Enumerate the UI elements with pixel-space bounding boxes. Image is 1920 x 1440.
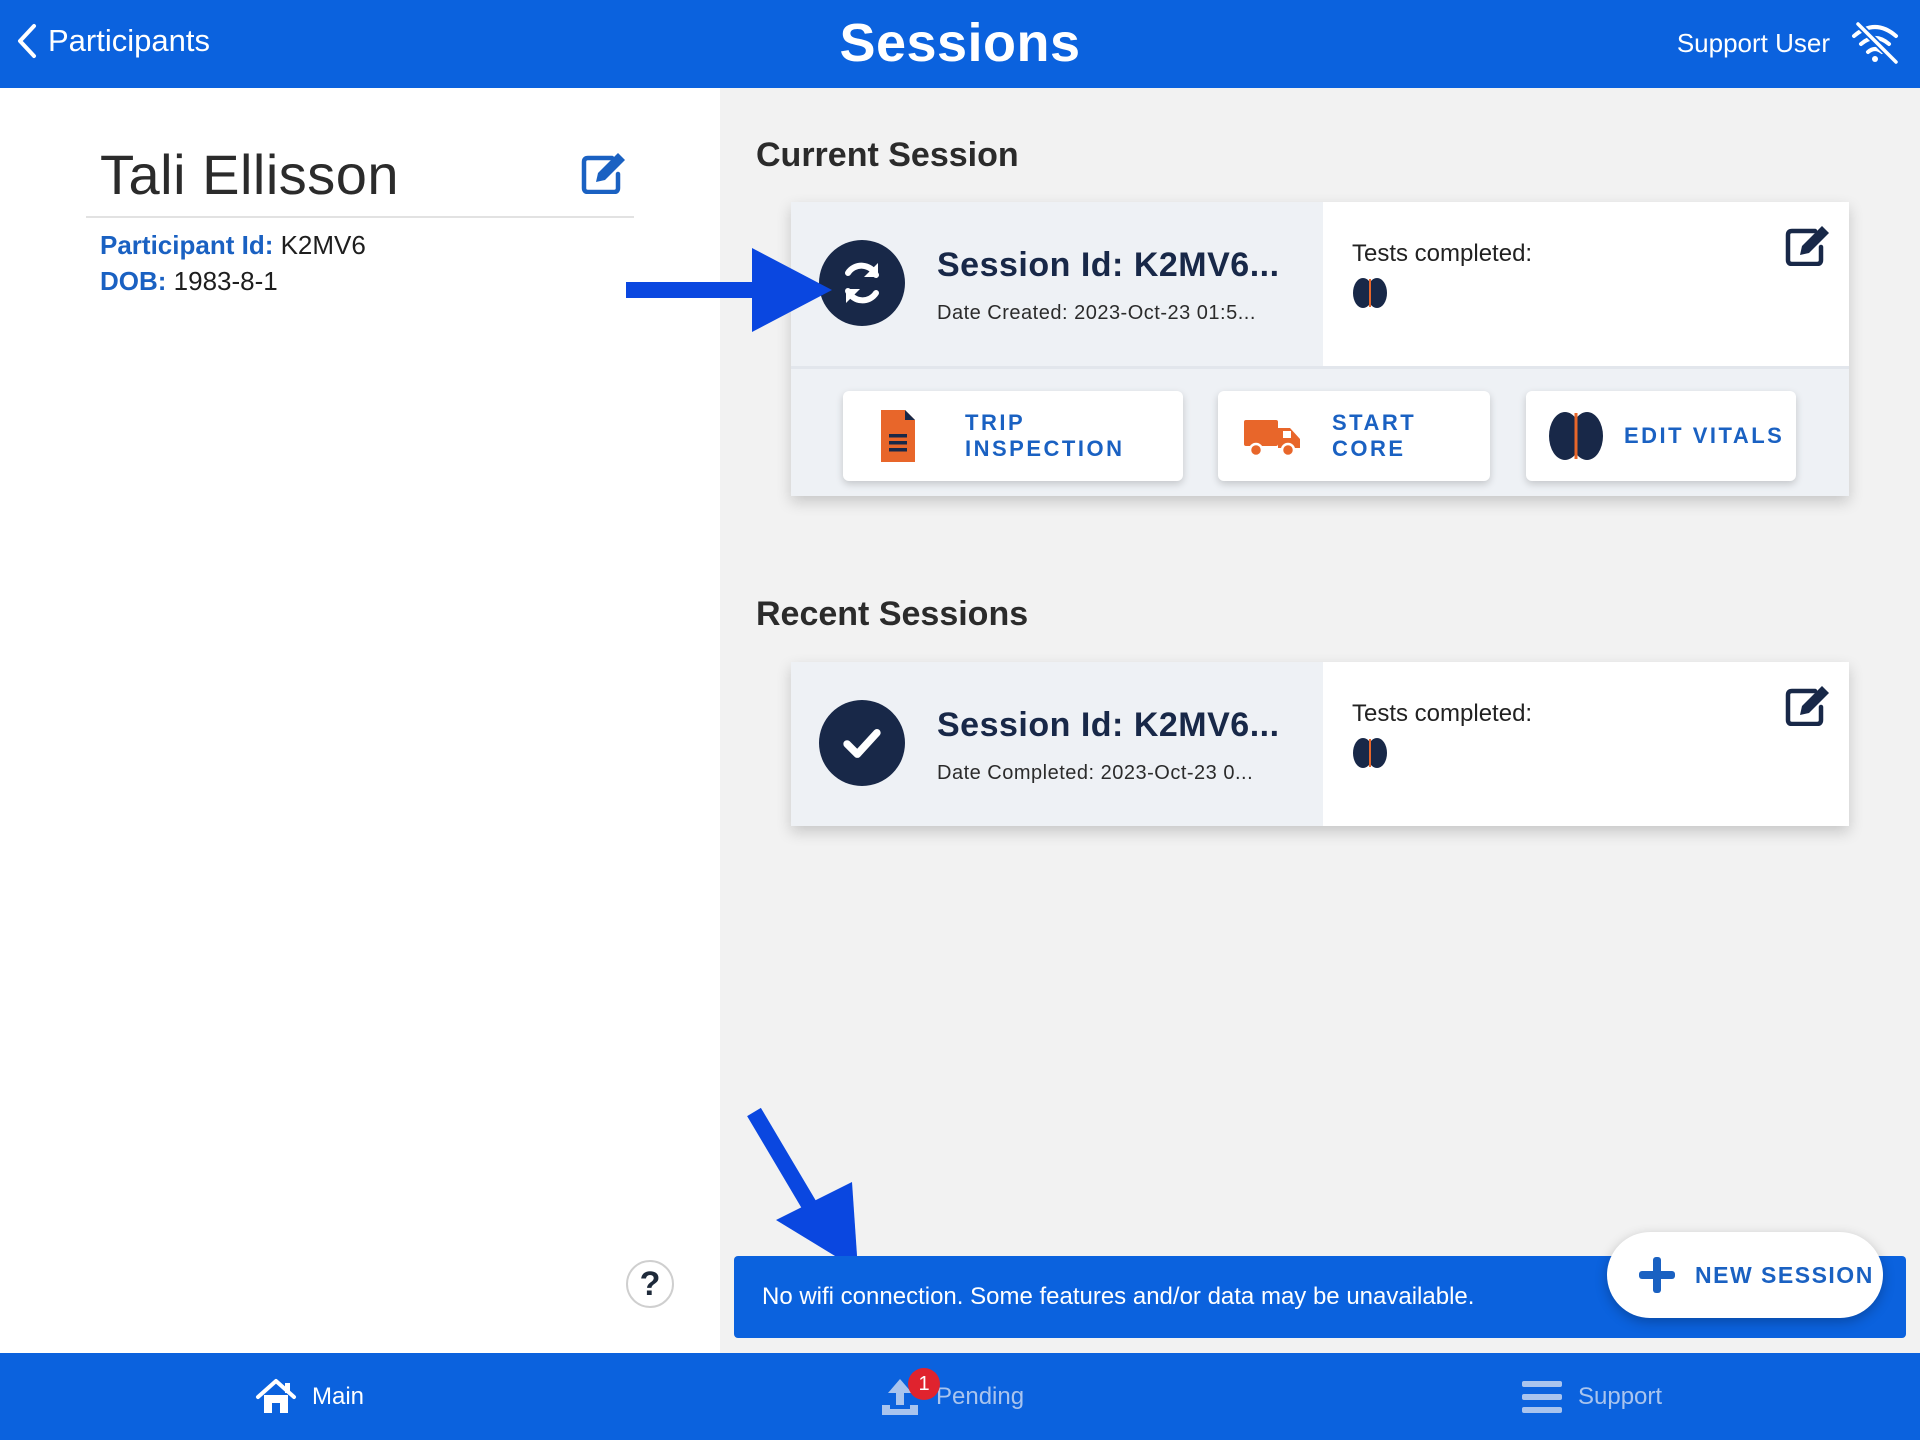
tab-main[interactable]: Main (254, 1353, 364, 1440)
edit-vitals-button[interactable]: EDIT VITALS (1526, 391, 1796, 481)
recent-sessions-title: Recent Sessions (756, 595, 1029, 633)
start-core-button[interactable]: START CORE (1218, 391, 1490, 481)
tab-support-label: Support (1578, 1382, 1663, 1410)
tab-pending[interactable]: Pending (878, 1353, 1024, 1440)
divider (86, 216, 634, 218)
tab-main-label: Main (312, 1382, 365, 1410)
new-session-button[interactable]: NEW SESSION (1607, 1232, 1883, 1318)
session-info: Session Id: K2MV6... Date Created: 2023-… (791, 202, 1323, 366)
tests-completed-label: Tests completed: (1352, 700, 1533, 727)
page-title: Sessions (839, 13, 1081, 73)
participant-panel: Tali Ellisson Participant Id: K2MV6 DOB:… (0, 88, 720, 1353)
tab-support[interactable]: Support (1520, 1353, 1662, 1440)
menu-icon (1522, 1380, 1562, 1413)
top-bar: Participants Sessions Support User (0, 0, 1920, 88)
dob-row: DOB: 1983-8-1 (100, 266, 278, 297)
dob-value: 1983-8-1 (173, 266, 278, 296)
participant-id-value: K2MV6 (280, 230, 366, 260)
plus-icon (1639, 1257, 1675, 1293)
tab-pending-label: Pending (936, 1382, 1025, 1410)
truck-icon (1244, 420, 1300, 458)
document-icon (881, 410, 915, 462)
recent-session-card[interactable]: Session Id: K2MV6... Date Completed: 202… (791, 662, 1849, 826)
participant-name: Tali Ellisson (100, 143, 400, 206)
participant-id-row: Participant Id: K2MV6 (100, 230, 366, 261)
dob-label: DOB: (100, 266, 167, 296)
help-icon: ? (639, 1264, 661, 1303)
annotation-arrow-right (626, 248, 832, 332)
participant-id-label: Participant Id: (100, 230, 274, 260)
pending-badge: 1 (908, 1368, 940, 1400)
brain-icon (1353, 738, 1387, 768)
session-date: Date Created: 2023-Oct-23 01:5... (937, 302, 1256, 324)
banner-message: No wifi connection. Some features and/or… (762, 1283, 1475, 1310)
session-info: Session Id: K2MV6... Date Completed: 202… (791, 662, 1323, 826)
trip-inspection-button[interactable]: TRIP INSPECTION (843, 391, 1183, 481)
session-id: Session Id: K2MV6... (937, 706, 1280, 744)
annotation-arrow-down (747, 1107, 858, 1270)
edit-vitals-label: EDIT VITALS (1624, 423, 1785, 448)
start-core-label: START CORE (1332, 410, 1417, 461)
brain-icon (1549, 412, 1603, 460)
tests-completed-label: Tests completed: (1352, 240, 1533, 267)
current-session-title: Current Session (756, 136, 1019, 174)
home-icon (256, 1378, 296, 1413)
trip-inspection-label: TRIP INSPECTION (965, 410, 1125, 461)
wifi-off-icon[interactable] (1850, 22, 1900, 64)
help-button[interactable]: ? (626, 1260, 674, 1308)
brain-icon (1353, 278, 1387, 308)
current-session-card[interactable]: Session Id: K2MV6... Date Created: 2023-… (791, 202, 1849, 496)
edit-participant-icon[interactable] (580, 150, 628, 194)
new-session-label: NEW SESSION (1695, 1261, 1874, 1288)
session-actions: TRIP INSPECTION START CORE EDIT VITALS (791, 366, 1849, 496)
bottom-nav: Main Pending Support (0, 1353, 1920, 1440)
edit-session-icon[interactable] (1785, 224, 1831, 266)
check-icon (819, 700, 905, 786)
session-id: Session Id: K2MV6... (937, 246, 1280, 284)
edit-session-icon[interactable] (1785, 684, 1831, 726)
session-date: Date Completed: 2023-Oct-23 0... (937, 762, 1254, 784)
user-label[interactable]: Support User (1677, 28, 1830, 59)
